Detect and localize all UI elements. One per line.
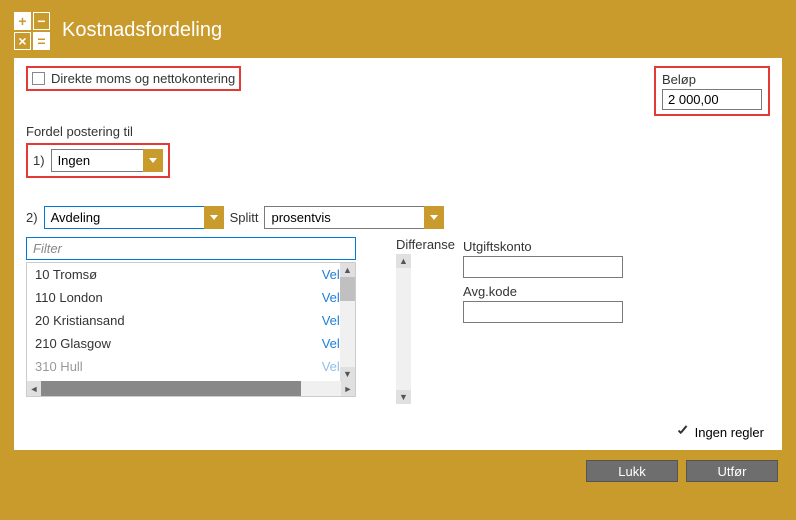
scroll-down-icon[interactable]: ▼ <box>396 390 411 404</box>
list-item[interactable]: 10 TromsøVelg <box>27 263 355 286</box>
main-panel: Direkte moms og nettokontering Beløp For… <box>14 58 782 450</box>
app-logo-icon: +−×= <box>14 12 50 48</box>
avdeling-list: 10 TromsøVelg 110 LondonVelg 20 Kristian… <box>26 262 356 397</box>
row1-index: 1) <box>33 153 45 168</box>
list-item[interactable]: 310 HullVelg <box>27 355 355 378</box>
scroll-thumb[interactable] <box>340 277 355 301</box>
scroll-thumb[interactable] <box>41 381 301 396</box>
row1-highlight: 1) Ingen <box>26 143 170 178</box>
list-horizontal-scrollbar[interactable]: ◄ ► <box>27 381 355 396</box>
utgiftskonto-label: Utgiftskonto <box>463 239 623 254</box>
belop-highlight: Beløp <box>654 66 770 116</box>
chevron-down-icon <box>210 215 218 220</box>
chevron-down-icon <box>149 158 157 163</box>
differanse-scrollbar[interactable]: ▲ ▼ <box>396 254 411 404</box>
differanse-label: Differanse <box>396 237 455 252</box>
row1-dropdown[interactable]: Ingen <box>51 149 163 172</box>
list-item[interactable]: 110 LondonVelg <box>27 286 355 309</box>
utgiftskonto-input[interactable] <box>463 256 623 278</box>
direkte-label: Direkte moms og nettokontering <box>51 71 235 86</box>
splitt-dropdown-value: prosentvis <box>264 206 424 229</box>
ingen-regler-row: Ingen regler <box>676 425 764 440</box>
avgkode-input[interactable] <box>463 301 623 323</box>
scroll-right-icon[interactable]: ► <box>341 381 355 396</box>
scroll-down-icon[interactable]: ▼ <box>340 367 355 381</box>
window-title: Kostnadsfordeling <box>62 19 222 42</box>
filter-input[interactable]: Filter <box>26 237 356 260</box>
utfor-button[interactable]: Utfør <box>686 460 778 482</box>
splitt-label: Splitt <box>230 210 259 225</box>
list-vertical-scrollbar[interactable]: ▲ ▼ <box>340 263 355 381</box>
direkte-checkbox[interactable] <box>32 72 45 85</box>
scroll-up-icon[interactable]: ▲ <box>396 254 411 268</box>
splitt-dropdown-button[interactable] <box>424 206 444 229</box>
scroll-up-icon[interactable]: ▲ <box>340 263 355 277</box>
belop-input[interactable] <box>662 89 762 110</box>
window-header: +−×= Kostnadsfordeling <box>0 0 796 58</box>
belop-label: Beløp <box>662 72 762 87</box>
splitt-dropdown[interactable]: prosentvis <box>264 206 444 229</box>
row2-index: 2) <box>26 210 38 225</box>
direkte-highlight: Direkte moms og nettokontering <box>26 66 241 91</box>
fordel-label: Fordel postering til <box>26 124 770 139</box>
ingen-regler-label: Ingen regler <box>695 425 764 440</box>
avgkode-label: Avg.kode <box>463 284 623 299</box>
lukk-button[interactable]: Lukk <box>586 460 678 482</box>
row2-dropdown-button[interactable] <box>204 206 224 229</box>
footer: Lukk Utfør <box>0 450 796 492</box>
row2-dropdown-value: Avdeling <box>44 206 204 229</box>
scroll-left-icon[interactable]: ◄ <box>27 381 41 396</box>
list-item[interactable]: 210 GlasgowVelg <box>27 332 355 355</box>
row1-dropdown-button[interactable] <box>143 149 163 172</box>
chevron-down-icon <box>430 215 438 220</box>
row2-dropdown[interactable]: Avdeling <box>44 206 224 229</box>
row1-dropdown-value: Ingen <box>51 149 143 172</box>
list-item[interactable]: 20 KristiansandVelg <box>27 309 355 332</box>
checkmark-icon[interactable] <box>676 426 690 440</box>
